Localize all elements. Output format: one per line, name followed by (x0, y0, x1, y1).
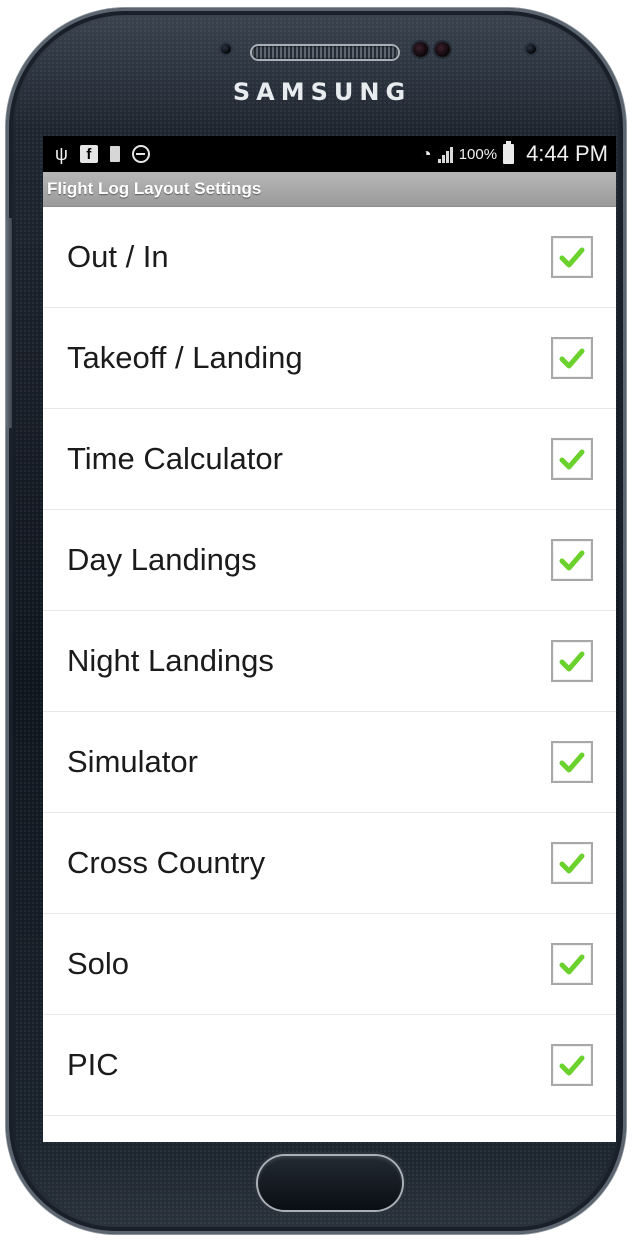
setting-row-night-landings[interactable]: Night Landings (43, 611, 616, 712)
wifi-icon: ◔ (420, 143, 432, 164)
settings-list: Out / In Takeoff / Landing Time Calculat… (43, 207, 616, 1116)
signal-icon (437, 145, 453, 163)
checkmark-icon (559, 954, 585, 975)
checkmark-icon (559, 752, 585, 773)
checkmark-icon (559, 550, 585, 571)
setting-checkbox[interactable] (551, 539, 593, 581)
setting-row-cross-country[interactable]: Cross Country (43, 813, 616, 914)
front-sensor-left (221, 44, 231, 54)
front-sensor-pair-right (435, 42, 450, 57)
do-not-disturb-icon (131, 145, 150, 163)
setting-checkbox[interactable] (551, 741, 593, 783)
front-sensor-pair-left (413, 42, 428, 57)
setting-checkbox[interactable] (551, 943, 593, 985)
setting-label: PIC (67, 1047, 119, 1082)
battery-icon (503, 141, 515, 164)
checkmark-icon (559, 651, 585, 672)
home-button[interactable] (258, 1156, 402, 1210)
setting-checkbox[interactable] (551, 236, 593, 278)
volume-button (6, 218, 12, 428)
usb-icon: ψ (55, 143, 68, 164)
battery-small-icon (109, 146, 120, 162)
setting-checkbox[interactable] (551, 337, 593, 379)
setting-row-pic[interactable]: PIC (43, 1015, 616, 1116)
setting-row-simulator[interactable]: Simulator (43, 712, 616, 813)
brand-logo: SAMSUNG (232, 78, 412, 106)
checkmark-icon (559, 247, 585, 268)
setting-row-solo[interactable]: Solo (43, 914, 616, 1015)
setting-checkbox[interactable] (551, 1044, 593, 1086)
screen: ψ f ◔ 100% 4:44 PM Flight Log Layout Set… (43, 136, 616, 1142)
battery-percent: 100% (458, 145, 498, 163)
setting-checkbox[interactable] (551, 842, 593, 884)
clock: 4:44 PM (526, 141, 608, 166)
earpiece-speaker (252, 46, 398, 59)
setting-checkbox[interactable] (551, 438, 593, 480)
phone-frame: SAMSUNG ψ f ◔ 100% 4:44 PM Flight Log La… (6, 8, 626, 1234)
setting-row-day-landings[interactable]: Day Landings (43, 510, 616, 611)
setting-label: Night Landings (67, 643, 274, 678)
setting-label: Solo (67, 946, 130, 981)
status-bar: ψ f ◔ 100% 4:44 PM (43, 136, 616, 172)
setting-label: Out / In (67, 239, 169, 274)
setting-row-takeoff-landing[interactable]: Takeoff / Landing (43, 308, 616, 409)
setting-label: Cross Country (67, 845, 266, 880)
setting-label: Day Landings (67, 542, 257, 577)
setting-row-out-in[interactable]: Out / In (43, 207, 616, 308)
checkmark-icon (559, 348, 585, 369)
page-title: Flight Log Layout Settings (43, 172, 616, 207)
status-icons-right: ◔ 100% 4:44 PM (421, 141, 616, 167)
setting-label: Simulator (67, 744, 198, 779)
setting-row-time-calculator[interactable]: Time Calculator (43, 409, 616, 510)
front-camera (526, 44, 536, 54)
setting-label: Takeoff / Landing (67, 340, 303, 375)
status-icons-left: ψ f (43, 144, 421, 165)
facebook-icon: f (79, 145, 98, 163)
checkmark-icon (559, 1055, 585, 1076)
checkmark-icon (559, 449, 585, 470)
checkmark-icon (559, 853, 585, 874)
setting-label: Time Calculator (67, 441, 283, 476)
setting-checkbox[interactable] (551, 640, 593, 682)
